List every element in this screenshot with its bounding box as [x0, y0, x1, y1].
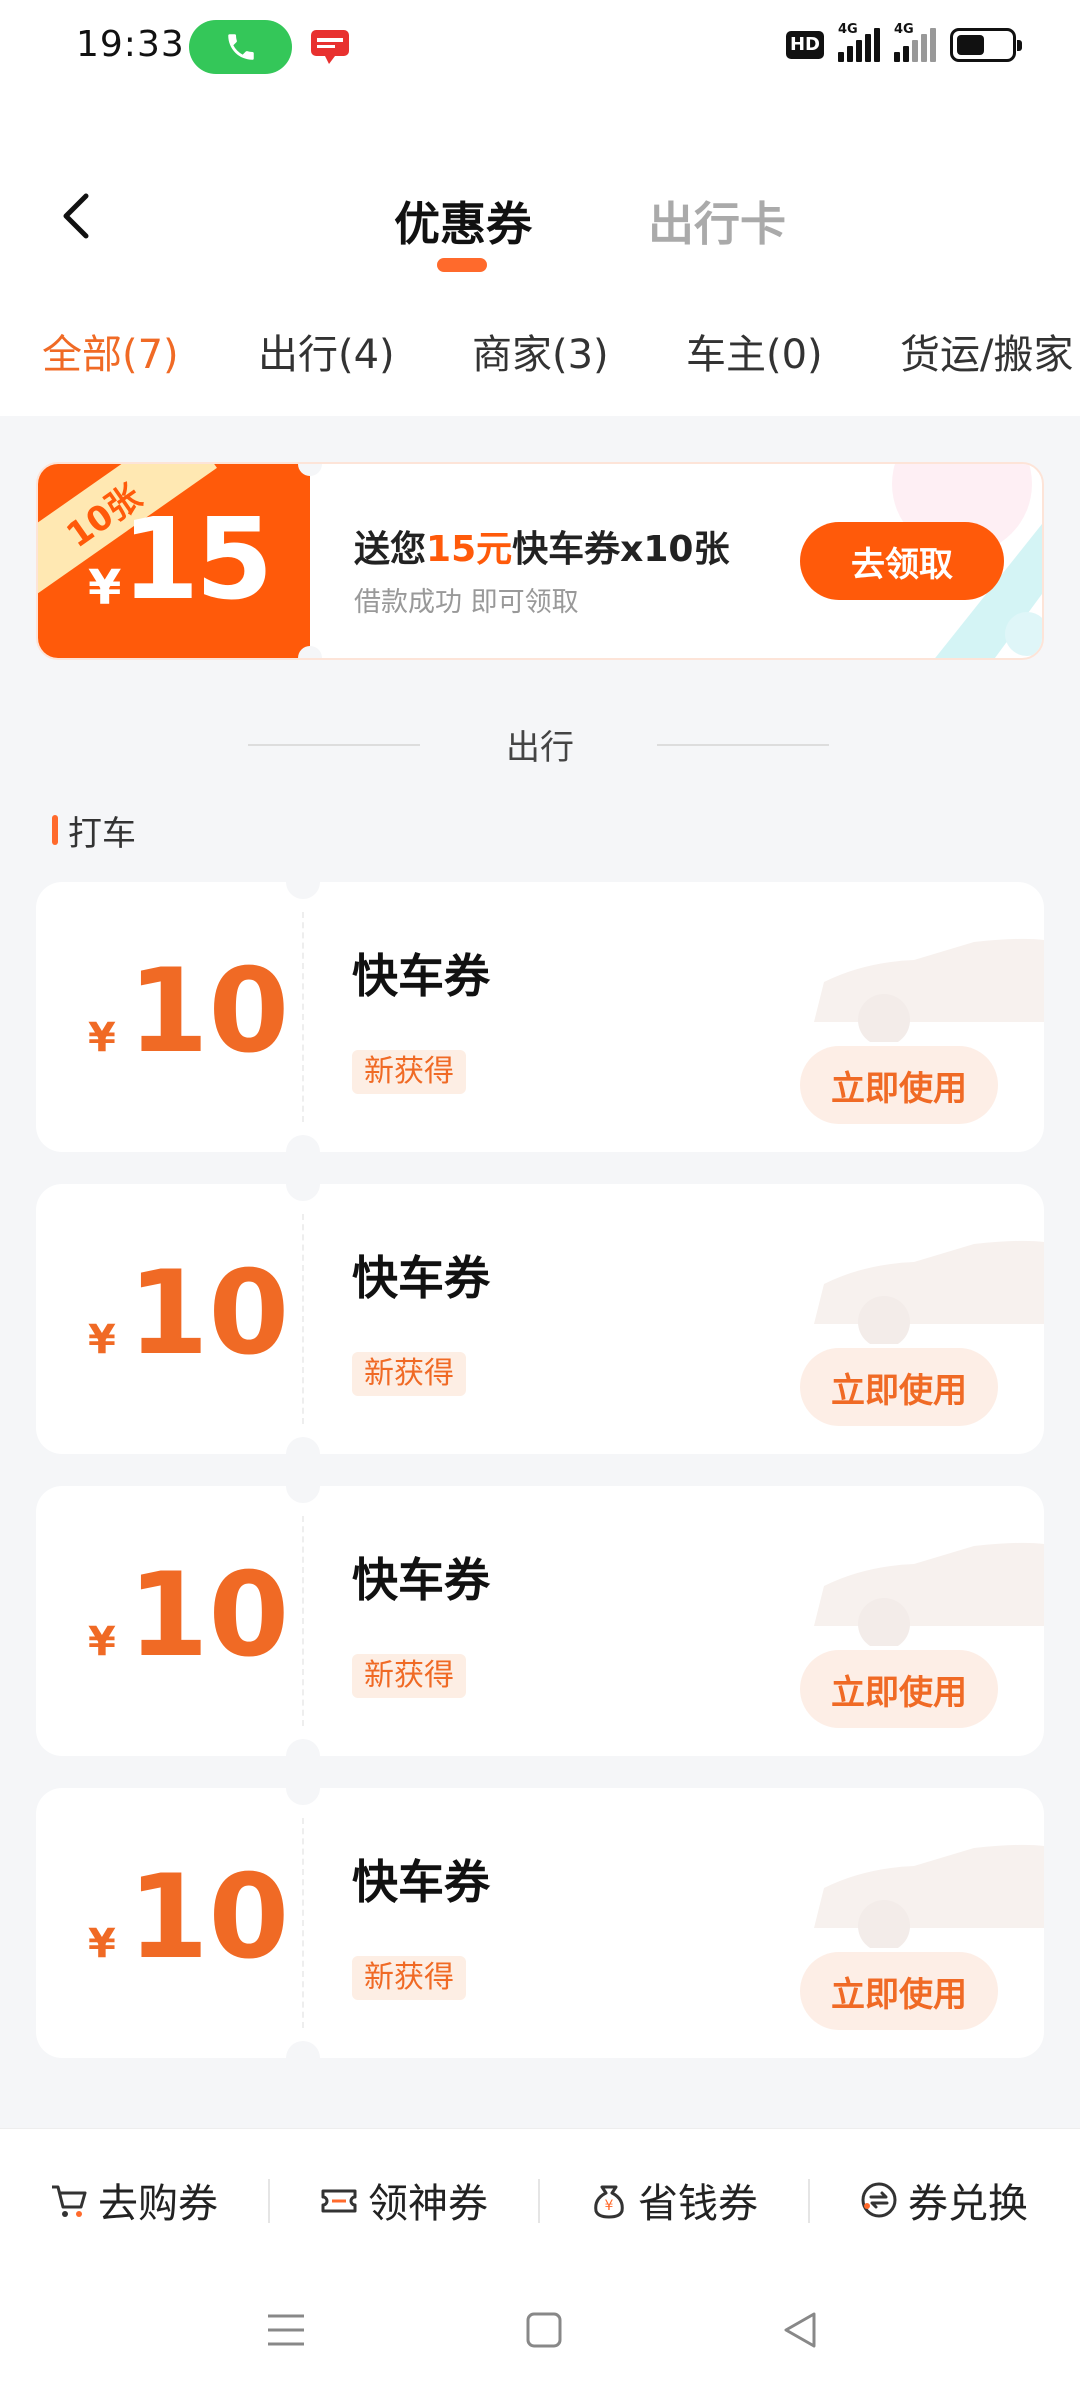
signal-icon-2: 4G	[894, 22, 936, 62]
claim-button[interactable]: 去领取	[800, 522, 1004, 600]
buy-coupons-button[interactable]: 去购券	[48, 2175, 218, 2227]
coupon-name: 快车券	[352, 1553, 490, 1607]
coupon-name: 快车券	[352, 949, 490, 1003]
back-button[interactable]	[52, 186, 102, 246]
use-now-button[interactable]: 立即使用	[800, 1348, 998, 1426]
back-nav-icon[interactable]	[780, 2308, 820, 2352]
coupon-card[interactable]: ¥10 快车券 新获得 立即使用	[36, 1184, 1044, 1454]
section-divider: 出行	[0, 720, 1080, 770]
coupon-amount: ¥10	[88, 1850, 290, 1985]
section-title: 出行	[506, 728, 574, 768]
money-bag-icon: ¥	[594, 2185, 624, 2219]
use-now-button[interactable]: 立即使用	[800, 1046, 998, 1124]
coupon-name: 快车券	[352, 1251, 490, 1305]
saving-coupon-button[interactable]: ¥ 省钱券	[588, 2175, 758, 2227]
coupon-amount: ¥10	[88, 1246, 290, 1381]
coupon-card[interactable]: ¥10 快车券 新获得 立即使用	[36, 882, 1044, 1152]
redeem-coupon-button[interactable]: 券兑换	[858, 2175, 1028, 2227]
menu-icon[interactable]	[266, 2308, 306, 2352]
promo-amount-panel: 10张 ¥15	[38, 464, 310, 658]
home-icon[interactable]	[524, 2308, 564, 2352]
filter-car-owner[interactable]: 车主(0)	[686, 322, 823, 380]
system-navigation-bar	[0, 2268, 1080, 2408]
filter-merchant[interactable]: 商家(3)	[472, 322, 609, 380]
use-now-button[interactable]: 立即使用	[800, 1650, 998, 1728]
cart-icon	[52, 2185, 87, 2217]
header: 优惠券 出行卡 全部(7) 出行(4) 商家(3) 车主(0) 货运/搬家	[0, 100, 1080, 416]
new-badge: 新获得	[352, 1654, 466, 1698]
coupon-amount: ¥10	[88, 1548, 290, 1683]
filter-travel[interactable]: 出行(4)	[258, 322, 395, 380]
filter-freight[interactable]: 货运/搬家	[900, 322, 1073, 380]
car-watermark-icon	[814, 938, 1044, 1042]
coupon-card[interactable]: ¥10 快车券 新获得 立即使用	[36, 1486, 1044, 1756]
coupon-page: 19:33 HD 4G 4G 优惠券 出行卡 全部(7) 出行(4) 商家(3)…	[0, 0, 1080, 2408]
get-super-coupon-button[interactable]: 领神券	[318, 2175, 488, 2227]
tab-coupons[interactable]: 优惠券	[394, 188, 532, 254]
ticket-icon	[321, 2189, 357, 2213]
promo-subtitle: 借款成功 即可领取	[354, 587, 579, 618]
promo-banner[interactable]: 10张 ¥15 送您15元快车券x10张 借款成功 即可领取 去领取	[36, 462, 1044, 660]
status-time: 19:33	[76, 24, 185, 65]
unionpay-app-icon	[311, 30, 349, 64]
new-badge: 新获得	[352, 1352, 466, 1396]
car-watermark-icon	[814, 1844, 1044, 1948]
promo-amount: ¥15	[88, 495, 273, 625]
hd-voice-icon: HD	[785, 31, 824, 59]
promo-title: 送您15元快车券x10张	[354, 529, 730, 570]
status-bar: 19:33 HD 4G 4G	[0, 0, 1080, 100]
filter-bar: 全部(7) 出行(4) 商家(3) 车主(0) 货运/搬家	[0, 322, 1080, 392]
phone-icon	[227, 34, 254, 60]
category-title: 打车	[68, 813, 136, 854]
svg-text:¥: ¥	[605, 2198, 614, 2214]
signal-icon: 4G	[838, 22, 880, 62]
new-badge: 新获得	[352, 1956, 466, 2000]
bottom-action-bar: 去购券 领神券 ¥ 省钱券 券兑换	[0, 2128, 1080, 2268]
ongoing-call-pill[interactable]	[189, 20, 292, 74]
coupon-amount: ¥10	[88, 944, 290, 1079]
exchange-icon	[861, 2182, 897, 2218]
new-badge: 新获得	[352, 1050, 466, 1094]
battery-icon	[950, 28, 1022, 62]
use-now-button[interactable]: 立即使用	[800, 1952, 998, 2030]
coupon-card[interactable]: ¥10 快车券 新获得 立即使用	[36, 1788, 1044, 2058]
filter-all[interactable]: 全部(7)	[42, 322, 179, 380]
chevron-left-icon	[63, 193, 89, 239]
car-watermark-icon	[814, 1542, 1044, 1646]
active-tab-indicator	[437, 258, 487, 272]
category-heading: 打车	[52, 808, 136, 854]
car-watermark-icon	[814, 1240, 1044, 1344]
coupon-name: 快车券	[352, 1855, 490, 1909]
tab-travel-card[interactable]: 出行卡	[648, 188, 786, 254]
